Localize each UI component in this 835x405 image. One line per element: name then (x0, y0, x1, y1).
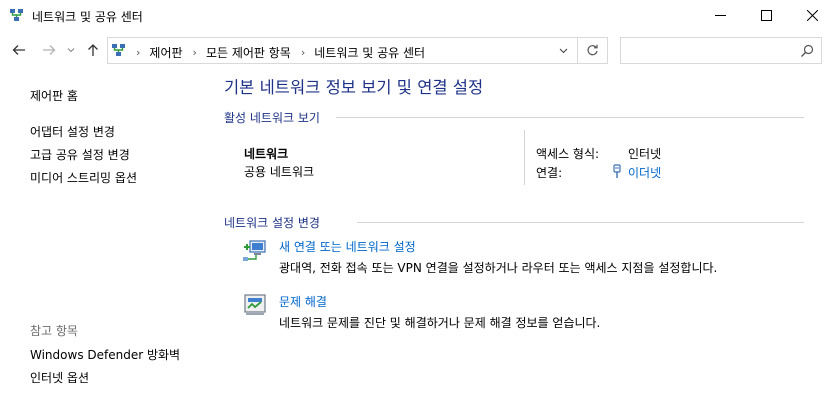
minimize-button[interactable] (697, 0, 743, 31)
window-title: 네트워크 및 공유 센터 (32, 10, 143, 24)
breadcrumb-all-items[interactable]: 모든 제어판 항목 (206, 44, 291, 61)
search-icon[interactable] (800, 44, 814, 58)
back-button[interactable] (10, 41, 28, 59)
breadcrumb-control-panel[interactable]: 제어판 (149, 44, 182, 61)
windows-defender-firewall-link[interactable]: Windows Defender 방화벽 (30, 346, 180, 363)
maximize-icon (760, 10, 772, 21)
control-panel-icon (112, 44, 125, 56)
arrow-right-icon (43, 45, 56, 55)
minimize-icon (714, 15, 726, 16)
media-streaming-options-link[interactable]: 미디어 스트리밍 옵션 (30, 169, 137, 186)
section-divider (357, 222, 804, 223)
chevron-down-icon (67, 48, 75, 53)
close-icon (806, 10, 818, 21)
connections-label: 연결: (536, 166, 563, 180)
ethernet-icon[interactable] (612, 164, 622, 179)
breadcrumb-separator-icon[interactable]: › (301, 46, 305, 59)
close-button[interactable] (789, 0, 835, 31)
address-history-button[interactable] (554, 43, 572, 59)
network-type-link[interactable]: 공용 네트워크 (244, 163, 314, 180)
network-center-icon (10, 9, 23, 21)
advanced-sharing-settings-link[interactable]: 고급 공유 설정 변경 (30, 146, 130, 163)
maximize-button[interactable] (743, 0, 789, 31)
ethernet-connection-link[interactable]: 이더넷 (628, 164, 661, 181)
refresh-icon (587, 44, 598, 56)
refresh-button[interactable] (578, 37, 608, 64)
search-input[interactable] (620, 37, 822, 64)
up-button[interactable] (84, 41, 102, 59)
change-adapter-settings-link[interactable]: 어댑터 설정 변경 (30, 123, 115, 140)
page-title: 기본 네트워크 정보 보기 및 연결 설정 (224, 78, 484, 97)
network-name: 네트워크 (244, 147, 289, 161)
see-also-heading: 참고 항목 (30, 324, 78, 338)
title-bar: 네트워크 및 공유 센터 (0, 0, 835, 31)
breadcrumb-separator-icon[interactable]: › (193, 46, 197, 59)
arrow-left-icon (12, 45, 25, 55)
address-bar[interactable]: › 제어판 › 모든 제어판 항목 › 네트워크 및 공유 센터 (107, 37, 578, 64)
navigation-bar: › 제어판 › 모든 제어판 항목 › 네트워크 및 공유 센터 (0, 33, 835, 67)
chevron-down-icon (559, 48, 567, 54)
troubleshoot-icon[interactable] (243, 293, 269, 317)
setup-new-connection-link[interactable]: 새 연결 또는 네트워크 설정 (279, 238, 416, 255)
breadcrumb-separator-icon[interactable]: › (136, 46, 140, 59)
section-divider (336, 117, 804, 118)
vertical-divider (524, 130, 525, 185)
control-panel-home-link[interactable]: 제어판 홈 (30, 87, 78, 104)
troubleshoot-link[interactable]: 문제 해결 (279, 293, 327, 310)
change-settings-heading: 네트워크 설정 변경 (224, 216, 320, 230)
forward-button[interactable] (40, 41, 58, 59)
breadcrumb-network-center[interactable]: 네트워크 및 공유 센터 (314, 44, 425, 61)
setup-new-connection-description: 광대역, 전화 접속 또는 VPN 연결을 설정하거나 라우터 또는 액세스 지… (279, 261, 718, 275)
access-type-value: 인터넷 (628, 147, 662, 161)
new-connection-icon[interactable] (243, 238, 269, 262)
arrow-up-icon (88, 44, 98, 56)
recent-locations-button[interactable] (64, 41, 78, 59)
internet-options-link[interactable]: 인터넷 옵션 (30, 369, 89, 386)
access-type-label: 액세스 형식: (536, 147, 600, 161)
active-networks-heading: 활성 네트워크 보기 (224, 111, 320, 125)
breadcrumb: › 제어판 › 모든 제어판 항목 › 네트워크 및 공유 센터 (130, 44, 425, 61)
troubleshoot-description: 네트워크 문제를 진단 및 해결하거나 문제 해결 정보를 얻습니다. (279, 316, 601, 330)
